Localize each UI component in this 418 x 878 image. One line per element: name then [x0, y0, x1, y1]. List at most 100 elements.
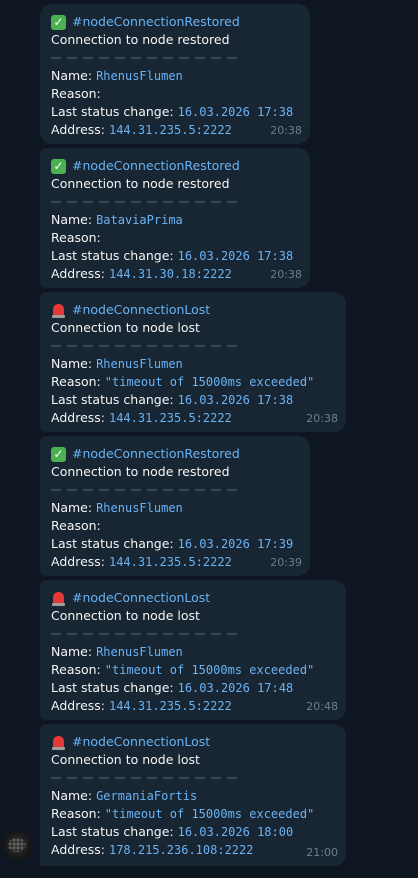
name-field: Name: RhenusFlumen [51, 355, 335, 373]
police-light-icon [51, 735, 66, 750]
message-time: 20:38 [270, 268, 302, 281]
status-value: 16.03.2026 17:39 [177, 537, 294, 551]
divider [51, 193, 299, 211]
hashtag-link[interactable]: #nodeConnectionRestored [72, 157, 240, 175]
address-field: Address: 144.31.235.5:2222 [51, 121, 299, 139]
check-mark-button-icon: ✓ [51, 446, 66, 462]
name-field: Name: RhenusFlumen [51, 643, 335, 661]
name-field: Name: RhenusFlumen [51, 67, 299, 85]
message-title: Connection to node lost [51, 320, 200, 335]
address-label: Address: [51, 266, 105, 281]
message-time: 20:48 [306, 700, 338, 713]
check-mark-button-icon: ✓ [51, 158, 66, 174]
message-header: #nodeConnectionLost [51, 301, 335, 319]
hashtag-link[interactable]: #nodeConnectionLost [72, 733, 210, 751]
reason-label: Reason: [51, 86, 101, 101]
address-value[interactable]: 144.31.235.5:2222 [109, 699, 232, 713]
message-bubble[interactable]: #nodeConnectionLost Connection to node l… [40, 724, 346, 866]
address-value[interactable]: 144.31.235.5:2222 [109, 555, 232, 569]
hashtag-link[interactable]: #nodeConnectionLost [72, 301, 210, 319]
address-value[interactable]: 178.215.236.108:2222 [109, 843, 254, 857]
status-label: Last status change: [51, 824, 174, 839]
message-header: ✓ #nodeConnectionRestored [51, 157, 299, 175]
divider [51, 769, 335, 787]
name-value: RhenusFlumen [96, 69, 183, 83]
status-value: 16.03.2026 17:48 [177, 681, 294, 695]
name-value: BataviaPrima [96, 213, 183, 227]
address-label: Address: [51, 842, 105, 857]
hashtag-link[interactable]: #nodeConnectionLost [72, 589, 210, 607]
check-mark-button-icon: ✓ [51, 14, 66, 30]
reason-label: Reason: [51, 662, 101, 677]
hashtag-link[interactable]: #nodeConnectionRestored [72, 445, 240, 463]
reason-field: Reason: [51, 517, 299, 535]
name-value: RhenusFlumen [96, 357, 183, 371]
name-value: RhenusFlumen [96, 501, 183, 515]
bot-avatar-icon[interactable] [2, 830, 32, 860]
status-label: Last status change: [51, 392, 174, 407]
divider [51, 49, 299, 67]
hashtag-link[interactable]: #nodeConnectionRestored [72, 13, 240, 31]
reason-label: Reason: [51, 518, 101, 533]
message-title: Connection to node lost [51, 608, 200, 623]
message-bubble[interactable]: #nodeConnectionLost Connection to node l… [40, 580, 346, 720]
reason-value: "timeout of 15000ms exceeded" [104, 663, 315, 677]
address-value[interactable]: 144.31.30.18:2222 [109, 267, 232, 281]
message-bubble[interactable]: ✓ #nodeConnectionRestored Connection to … [40, 436, 310, 576]
name-field: Name: RhenusFlumen [51, 499, 299, 517]
name-value: RhenusFlumen [96, 645, 183, 659]
reason-field: Reason: [51, 229, 299, 247]
address-label: Address: [51, 698, 105, 713]
address-value[interactable]: 144.31.235.5:2222 [109, 411, 232, 425]
status-label: Last status change: [51, 680, 174, 695]
name-label: Name: [51, 788, 93, 803]
message-header: ✓ #nodeConnectionRestored [51, 445, 299, 463]
address-field: Address: 144.31.235.5:2222 [51, 553, 299, 571]
name-label: Name: [51, 68, 93, 83]
reason-field: Reason: "timeout of 15000ms exceeded" [51, 373, 335, 391]
divider [51, 337, 335, 355]
status-field: Last status change: 16.03.2026 18:00 [51, 823, 335, 841]
status-value: 16.03.2026 18:00 [177, 825, 294, 839]
message-title: Connection to node restored [51, 176, 230, 191]
address-field: Address: 178.215.236.108:2222 [51, 841, 335, 859]
status-label: Last status change: [51, 248, 174, 263]
status-label: Last status change: [51, 536, 174, 551]
name-field: Name: BataviaPrima [51, 211, 299, 229]
address-field: Address: 144.31.235.5:2222 [51, 697, 335, 715]
reason-field: Reason: "timeout of 15000ms exceeded" [51, 661, 335, 679]
status-label: Last status change: [51, 104, 174, 119]
reason-value: "timeout of 15000ms exceeded" [104, 807, 315, 821]
message-title: Connection to node lost [51, 752, 200, 767]
message-title: Connection to node restored [51, 464, 230, 479]
message-time: 20:38 [306, 412, 338, 425]
message-title: Connection to node restored [51, 32, 230, 47]
message-time: 21:00 [306, 846, 338, 859]
police-light-icon [51, 591, 66, 606]
address-label: Address: [51, 410, 105, 425]
name-field: Name: GermaniaFortis [51, 787, 335, 805]
message-header: #nodeConnectionLost [51, 589, 335, 607]
status-field: Last status change: 16.03.2026 17:38 [51, 391, 335, 409]
message-header: ✓ #nodeConnectionRestored [51, 13, 299, 31]
status-field: Last status change: 16.03.2026 17:38 [51, 247, 299, 265]
reason-label: Reason: [51, 230, 101, 245]
message-bubble[interactable]: ✓ #nodeConnectionRestored Connection to … [40, 4, 310, 144]
message-time: 20:38 [270, 124, 302, 137]
message-header: #nodeConnectionLost [51, 733, 335, 751]
police-light-icon [51, 303, 66, 318]
status-value: 16.03.2026 17:38 [177, 249, 294, 263]
message-bubble[interactable]: ✓ #nodeConnectionRestored Connection to … [40, 148, 310, 288]
chat-history[interactable]: ✓ #nodeConnectionRestored Connection to … [0, 0, 418, 878]
status-field: Last status change: 16.03.2026 17:39 [51, 535, 299, 553]
name-label: Name: [51, 500, 93, 515]
address-field: Address: 144.31.235.5:2222 [51, 409, 335, 427]
message-bubble[interactable]: #nodeConnectionLost Connection to node l… [40, 292, 346, 432]
divider [51, 625, 335, 643]
reason-label: Reason: [51, 374, 101, 389]
status-value: 16.03.2026 17:38 [177, 393, 294, 407]
address-label: Address: [51, 554, 105, 569]
address-value[interactable]: 144.31.235.5:2222 [109, 123, 232, 137]
reason-label: Reason: [51, 806, 101, 821]
reason-value: "timeout of 15000ms exceeded" [104, 375, 315, 389]
